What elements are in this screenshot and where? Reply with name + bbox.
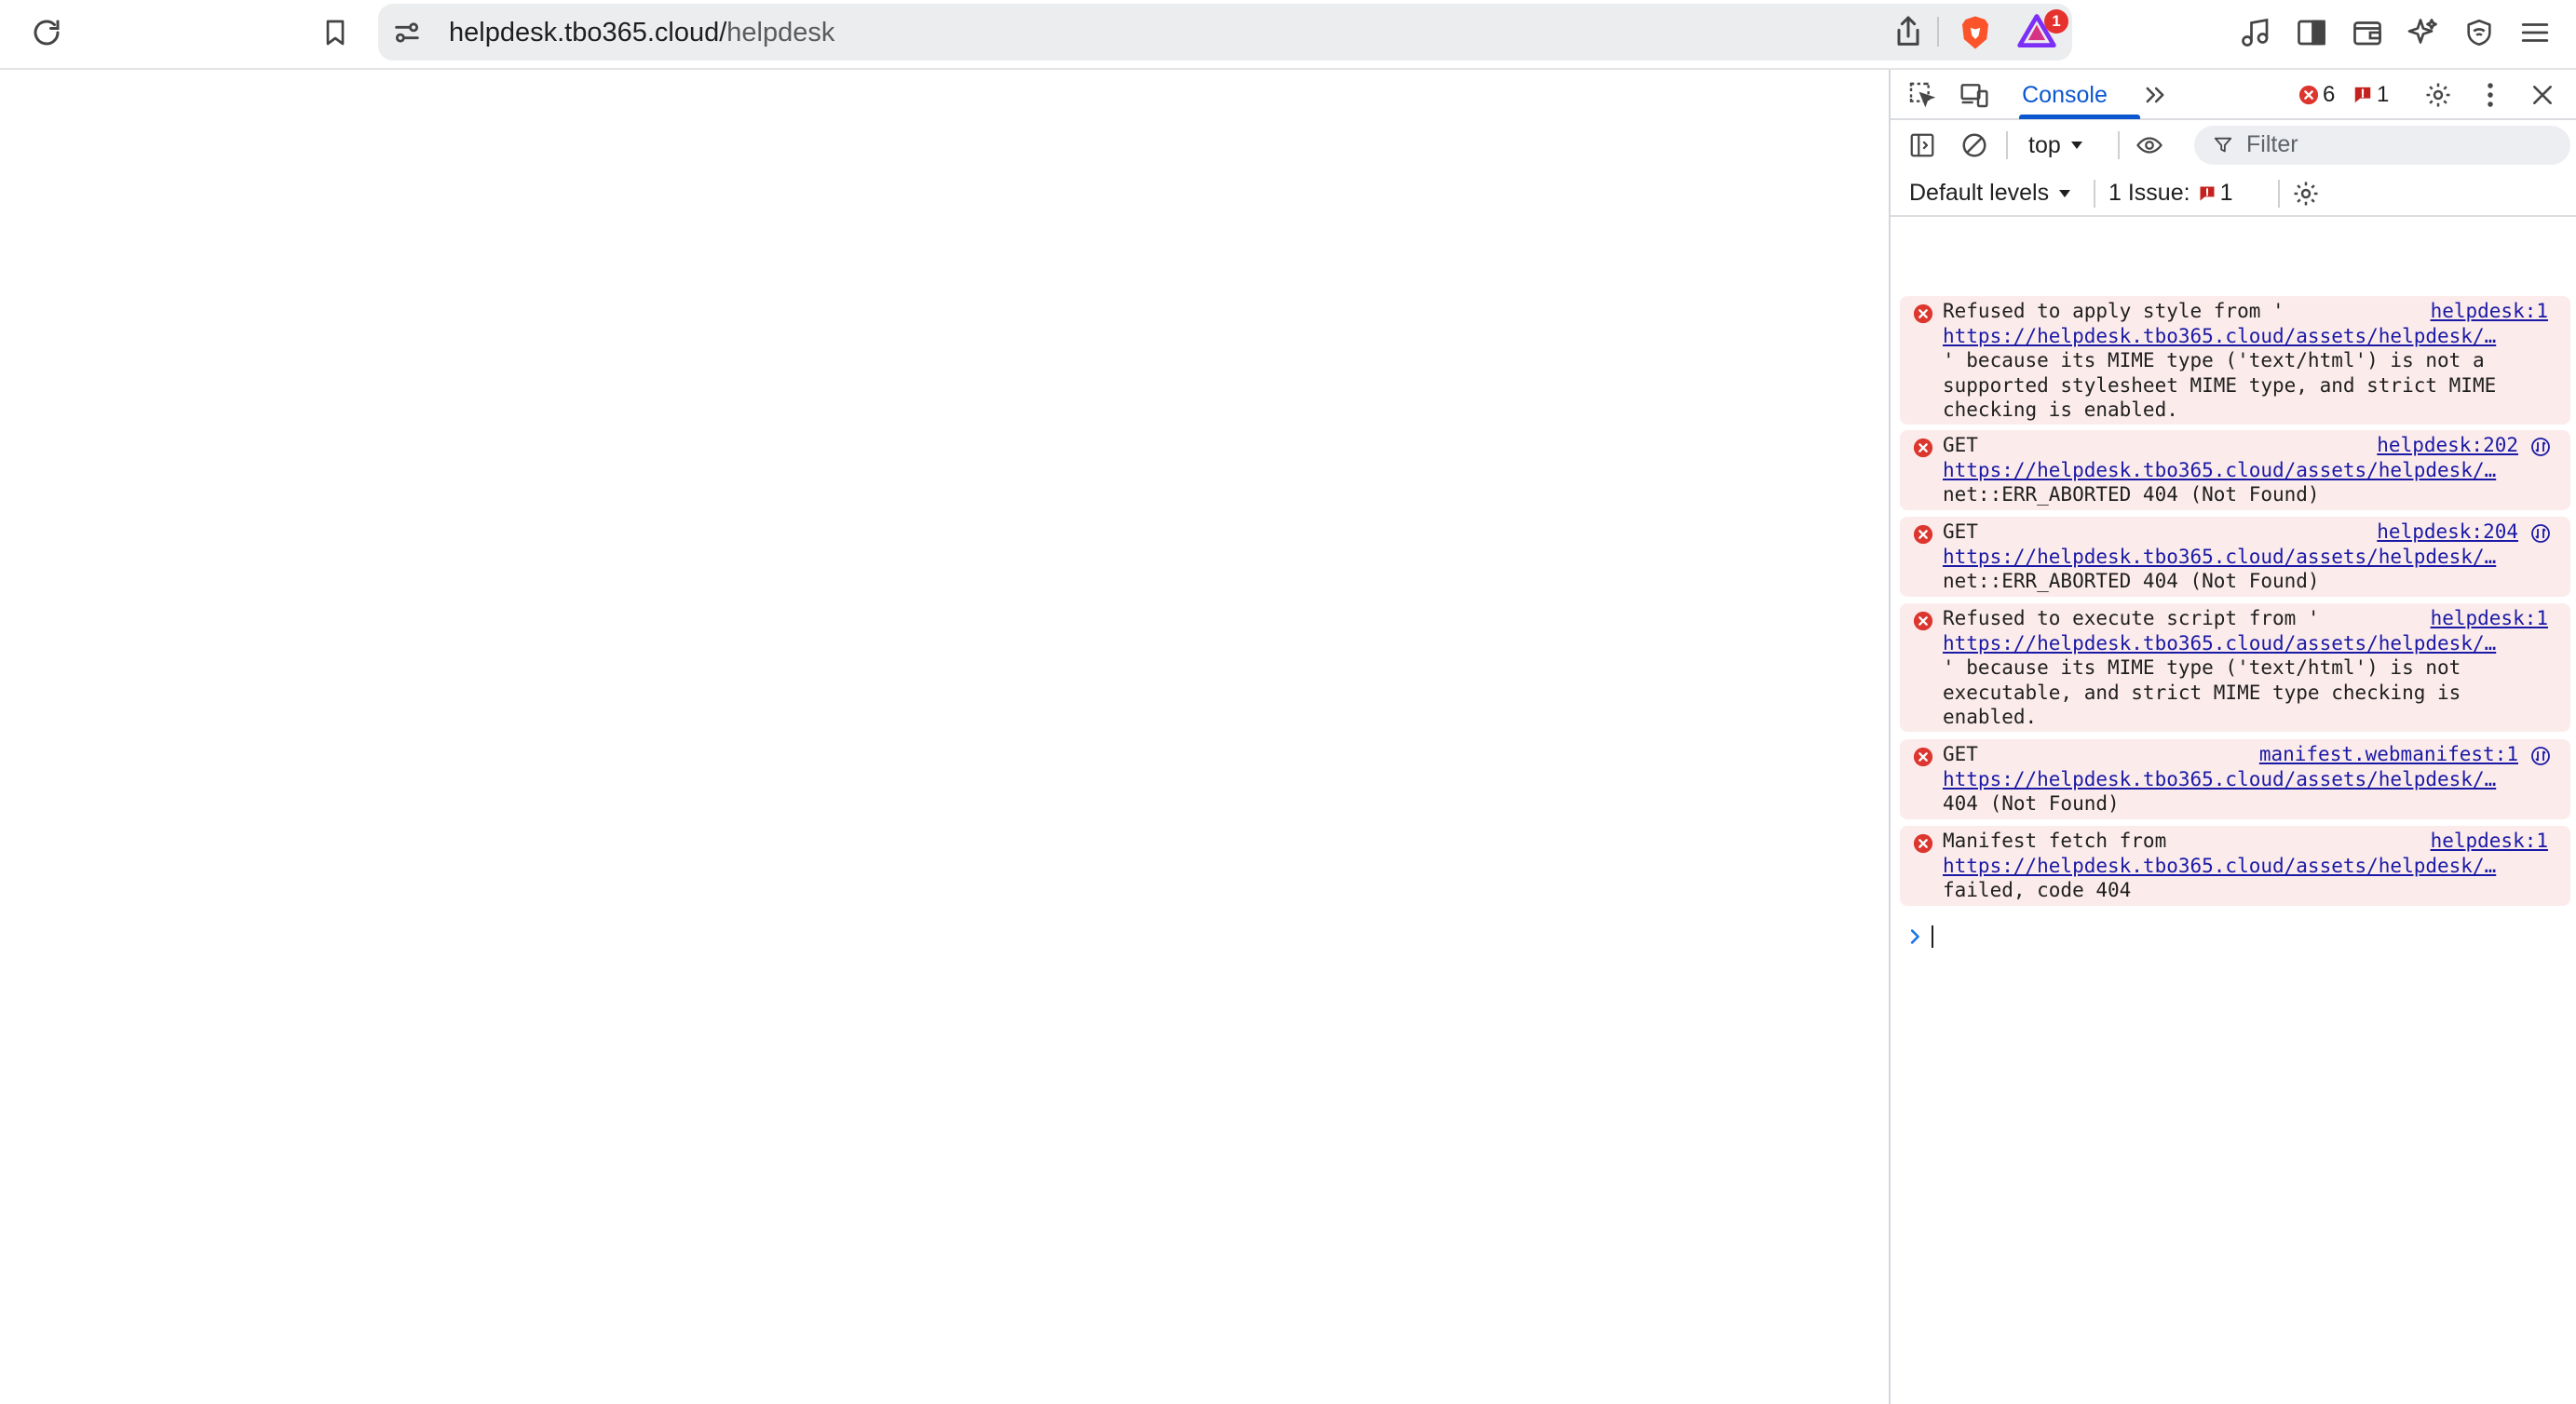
message-source-link[interactable]: manifest.webmanifest:1 (2247, 742, 2518, 767)
message-url-link[interactable]: https://helpdesk.tbo365.cloud/assets/hel… (1943, 854, 2524, 879)
site-settings-icon[interactable] (391, 17, 423, 48)
network-request-icon (2531, 524, 2550, 543)
address-bar[interactable]: helpdesk.tbo365.cloud/helpdesk 1 (378, 4, 2072, 61)
console-error-message: GET helpdesk:202 https://helpdesk.tbo365… (1900, 430, 2570, 510)
reload-icon[interactable] (20, 7, 73, 59)
message-detail: net::ERR_ABORTED 404 (Not Found) (1943, 483, 2320, 506)
console-error-message: GET helpdesk:204 https://helpdesk.tbo365… (1900, 517, 2570, 597)
message-source-link[interactable]: helpdesk:204 (2366, 520, 2518, 545)
error-icon (1913, 304, 1933, 324)
sidebar-icon[interactable] (2285, 7, 2338, 59)
filter-placeholder: Filter (2246, 131, 2298, 157)
error-icon (1913, 438, 1933, 458)
brave-rewards-icon[interactable]: 1 (2016, 9, 2068, 54)
browser-toolbar: helpdesk.tbo365.cloud/helpdesk 1 (0, 0, 2576, 70)
issue-counter[interactable]: 1 (2352, 80, 2389, 110)
url-host: helpdesk.tbo365.cloud/ (449, 18, 727, 47)
filter-icon (2213, 135, 2233, 155)
message-detail: 404 (Not Found) (1943, 792, 2120, 815)
page-viewport (0, 70, 1889, 1404)
error-icon (1913, 833, 1933, 854)
message-detail: ' because its MIME type ('text/html') is… (1943, 349, 2508, 421)
toolbar-divider (2278, 180, 2280, 208)
toolbar-divider (2094, 180, 2095, 208)
devtools-more-icon[interactable] (2472, 76, 2509, 114)
rewards-badge: 1 (2044, 9, 2068, 34)
context-value: top (2028, 131, 2061, 158)
vpn-shield-icon[interactable] (2453, 7, 2505, 59)
devtools-tabbar: Console 6 1 (1891, 70, 2576, 120)
error-icon (1913, 611, 1933, 631)
text-caret (1932, 925, 1933, 948)
issues-label: 1 Issue: (2108, 180, 2190, 206)
devtools-settings-icon[interactable] (2420, 76, 2457, 114)
wallet-icon[interactable] (2341, 7, 2393, 59)
message-detail: net::ERR_ABORTED 404 (Not Found) (1943, 570, 2320, 592)
error-count: 6 (2323, 82, 2336, 107)
issue-flag-icon (2354, 87, 2371, 103)
log-levels-dropdown[interactable]: Default levels (1909, 180, 2071, 207)
network-request-icon (2531, 747, 2550, 765)
tab-console[interactable]: Console (2012, 70, 2118, 120)
address-bar-divider (1937, 17, 1939, 47)
message-source-link[interactable]: helpdesk:202 (2366, 433, 2518, 458)
active-tab-indicator (2019, 115, 2140, 119)
message-url-link[interactable]: https://helpdesk.tbo365.cloud/assets/hel… (1943, 545, 2524, 570)
message-url-link[interactable]: https://helpdesk.tbo365.cloud/assets/hel… (1943, 767, 2524, 792)
toolbar-divider (2118, 131, 2120, 159)
message-source-link[interactable]: helpdesk:1 (2419, 829, 2548, 854)
message-detail: failed, code 404 (1943, 879, 2132, 901)
url-path: helpdesk (726, 18, 835, 47)
music-icon[interactable] (2230, 7, 2282, 59)
console-error-message: Manifest fetch from helpdesk:1 https://h… (1900, 826, 2570, 906)
dropdown-arrow-icon (2070, 142, 2082, 149)
inspect-element-icon[interactable] (1904, 76, 1941, 114)
url-text[interactable]: helpdesk.tbo365.cloud/helpdesk (449, 17, 834, 48)
issues-button[interactable]: 1 Issue: 1 (2108, 180, 2232, 207)
close-devtools-icon[interactable] (2524, 76, 2561, 114)
message-detail: ' because its MIME type ('text/html') is… (1943, 656, 2473, 728)
console-error-message: Refused to apply style from ' helpdesk:1… (1900, 296, 2570, 425)
menu-icon[interactable] (2509, 7, 2561, 59)
clear-console-icon[interactable] (1956, 127, 1993, 164)
device-toolbar-icon[interactable] (1956, 76, 1993, 114)
leo-ai-icon[interactable] (2397, 7, 2449, 59)
error-icon (1913, 747, 1933, 767)
console-error-message: Refused to execute script from ' helpdes… (1900, 603, 2570, 732)
console-levels-bar: Default levels 1 Issue: 1 (1891, 170, 2576, 217)
show-sidebar-icon[interactable] (1904, 127, 1941, 164)
error-count-icon (2298, 85, 2319, 105)
message-source-link[interactable]: helpdesk:1 (2419, 606, 2548, 631)
share-icon[interactable] (1890, 13, 1927, 50)
issue-count: 1 (2377, 82, 2390, 107)
context-selector[interactable]: top (2028, 128, 2083, 163)
message-url-link[interactable]: https://helpdesk.tbo365.cloud/assets/hel… (1943, 631, 2524, 656)
log-levels-label: Default levels (1909, 180, 2050, 206)
prompt-chevron-icon (1910, 929, 1919, 944)
bookmark-icon[interactable] (309, 7, 361, 59)
message-source-link[interactable]: helpdesk:1 (2419, 299, 2548, 324)
devtools-panel: Console 6 1 top Filter Default levels 1 … (1889, 70, 2576, 1404)
issues-badge-count: 1 (2219, 180, 2233, 206)
message-url-link[interactable]: https://helpdesk.tbo365.cloud/assets/hel… (1943, 458, 2524, 483)
issue-flag-icon (2200, 186, 2215, 200)
console-toolbar: top Filter (1891, 120, 2576, 170)
message-url-link[interactable]: https://helpdesk.tbo365.cloud/assets/hel… (1943, 324, 2524, 349)
more-tabs-chevron-icon[interactable] (2136, 76, 2174, 114)
error-icon (1913, 524, 1933, 545)
console-prompt[interactable] (1909, 923, 1933, 951)
network-request-icon (2531, 438, 2550, 456)
live-expression-eye-icon[interactable] (2131, 127, 2168, 164)
console-error-message: GET manifest.webmanifest:1 https://helpd… (1900, 739, 2570, 819)
error-counter[interactable]: 6 (2298, 80, 2335, 110)
brave-shields-icon[interactable] (1956, 13, 1995, 52)
dropdown-arrow-icon (2059, 189, 2071, 197)
console-settings-icon[interactable] (2287, 175, 2325, 212)
console-filter-input[interactable]: Filter (2194, 126, 2570, 165)
toolbar-divider (2006, 131, 2008, 159)
